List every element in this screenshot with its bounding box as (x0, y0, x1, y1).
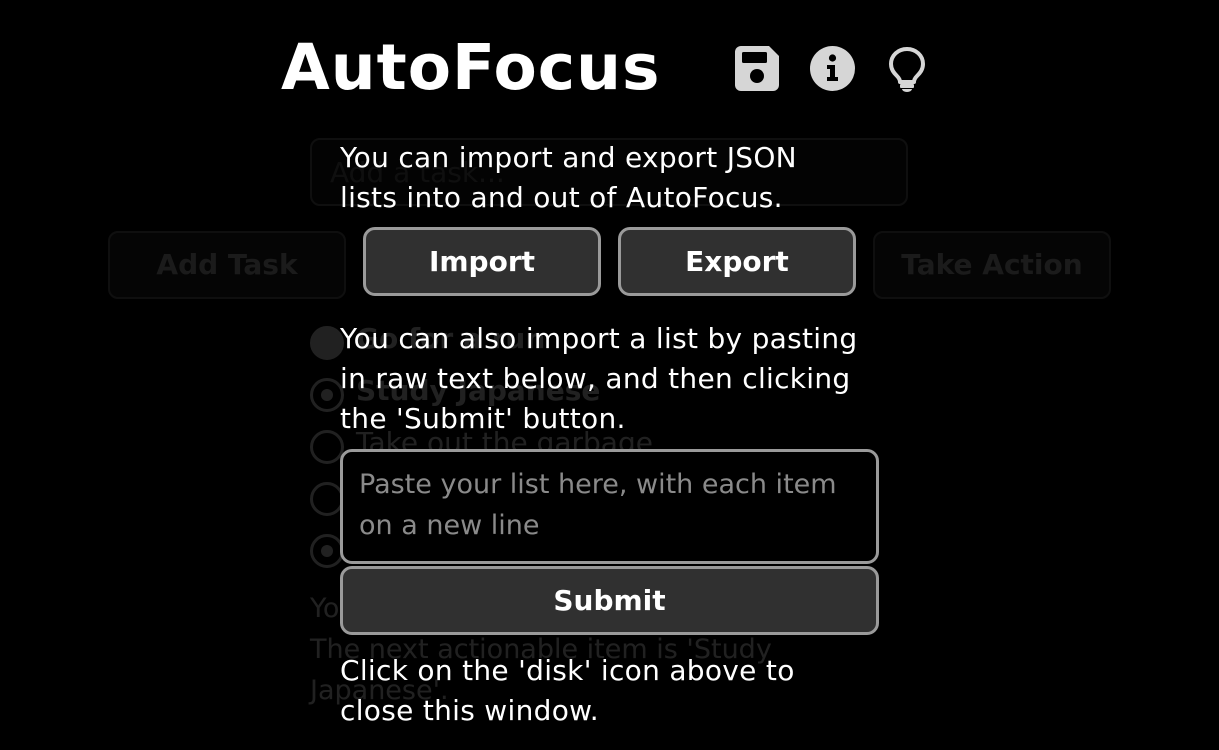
info-icon[interactable] (810, 46, 855, 91)
lightbulb-icon[interactable] (888, 46, 926, 92)
task-status-radio[interactable] (310, 534, 344, 568)
paste-list-textarea[interactable] (340, 449, 879, 564)
task-status-radio[interactable] (310, 326, 344, 360)
submit-button[interactable]: Submit (340, 566, 879, 635)
app-page: Add Task Take Action Go for a run Study … (0, 0, 1219, 750)
import-button[interactable]: Import (363, 227, 601, 296)
task-status-radio[interactable] (310, 378, 344, 412)
take-action-button[interactable]: Take Action (873, 231, 1111, 299)
close-hint-text: Click on the 'disk' icon above to close … (340, 654, 795, 727)
app-title: AutoFocus (281, 31, 661, 104)
disk-icon[interactable] (735, 46, 779, 91)
add-task-button[interactable]: Add Task (108, 231, 346, 299)
export-button[interactable]: Export (618, 227, 856, 296)
import-export-intro: You can import and export JSON lists int… (340, 141, 797, 214)
task-status-radio[interactable] (310, 430, 344, 464)
paste-instructions: You can also import a list by pasting in… (340, 322, 858, 435)
task-status-radio[interactable] (310, 482, 344, 516)
